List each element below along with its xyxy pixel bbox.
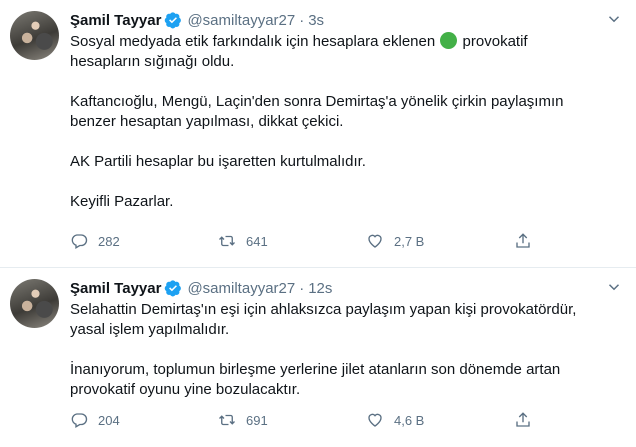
share-button[interactable]: [514, 232, 542, 250]
author-name[interactable]: Şamil Tayyar: [70, 280, 161, 297]
reply-icon: [71, 234, 88, 249]
tweet-paragraph: Keyifli Pazarlar.: [70, 193, 174, 210]
tweet-actions: 204 691 4,6 B: [70, 411, 636, 429]
tweet-paragraph: İnanıyorum, toplumun birleşme yerlerine …: [70, 361, 561, 398]
green-circle-emoji-icon: [440, 32, 458, 49]
retweet-button[interactable]: 691: [218, 411, 366, 429]
tweet-paragraph: Sosyal medyada etik farkındalık için hes…: [70, 32, 528, 70]
share-button[interactable]: [514, 411, 542, 429]
tweet-paragraph: AK Partili hesaplar bu işaretten kurtulm…: [70, 153, 366, 170]
retweet-icon: [219, 235, 235, 247]
reply-button[interactable]: 282: [70, 232, 218, 250]
separator: ·: [299, 11, 305, 29]
reply-icon: [71, 413, 88, 428]
chevron-down-icon[interactable]: [604, 10, 624, 30]
reply-button[interactable]: 204: [70, 411, 218, 429]
chevron-down-icon[interactable]: [604, 278, 624, 298]
tweet[interactable]: Şamil Tayyar @samiltayyar27 · 3s Sosyal …: [0, 0, 636, 268]
separator: ·: [299, 279, 305, 297]
timestamp[interactable]: 12s: [308, 280, 332, 297]
author-handle[interactable]: @samiltayyar27: [187, 280, 295, 297]
author-name[interactable]: Şamil Tayyar: [70, 12, 161, 29]
tweet-text: Sosyal medyada etik farkındalık için hes…: [70, 32, 622, 212]
author-handle[interactable]: @samiltayyar27: [187, 12, 295, 29]
tweet-paragraph: Kaftancıoğlu, Mengü, Laçin'den sonra Dem…: [70, 93, 564, 130]
heart-icon: [368, 413, 382, 427]
avatar[interactable]: [10, 11, 59, 60]
share-icon: [516, 233, 530, 248]
reply-count: 204: [98, 412, 120, 428]
timestamp[interactable]: 3s: [308, 12, 324, 29]
retweet-count: 641: [246, 233, 268, 249]
like-count: 4,6 B: [394, 412, 425, 428]
verified-badge-icon: [165, 280, 182, 297]
tweet-text: Selahattin Demirtaş'ın eşi için ahlaksız…: [70, 300, 622, 400]
like-button[interactable]: 2,7 B: [366, 232, 514, 250]
verified-badge-icon: [165, 12, 182, 29]
tweet-header: Şamil Tayyar @samiltayyar27 · 3s: [70, 10, 622, 30]
tweet-paragraph: Selahattin Demirtaş'ın eşi için ahlaksız…: [70, 301, 577, 338]
reply-count: 282: [98, 233, 120, 249]
retweet-count: 691: [246, 412, 268, 428]
tweet-header: Şamil Tayyar @samiltayyar27 · 12s: [70, 278, 622, 298]
tweet[interactable]: Şamil Tayyar @samiltayyar27 · 12s Selaha…: [0, 268, 636, 447]
like-count: 2,7 B: [394, 233, 425, 249]
tweet-actions: 282 641 2,7 B: [70, 232, 636, 250]
retweet-icon: [219, 414, 235, 426]
like-button[interactable]: 4,6 B: [366, 411, 514, 429]
retweet-button[interactable]: 641: [218, 232, 366, 250]
avatar[interactable]: [10, 279, 59, 328]
heart-icon: [368, 234, 382, 248]
share-icon: [516, 412, 530, 427]
